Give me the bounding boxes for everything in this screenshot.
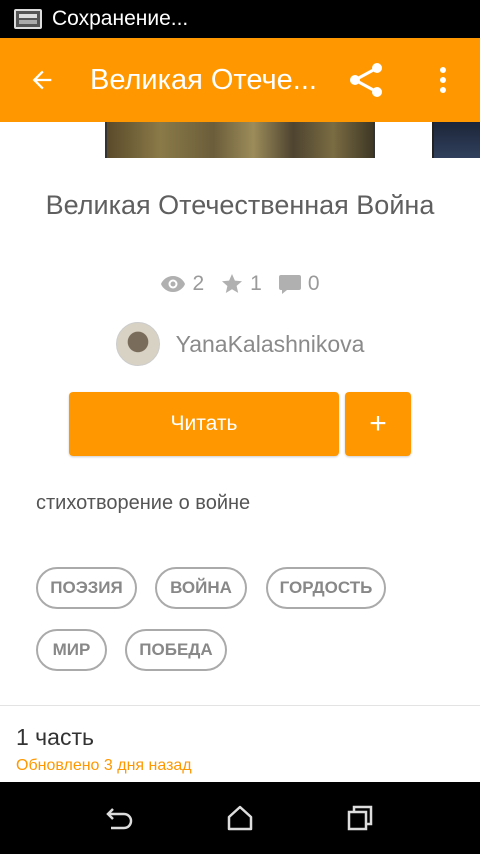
back-icon: [106, 808, 133, 830]
recents-icon: [347, 805, 373, 831]
back-button[interactable]: [0, 38, 84, 122]
tag-chip[interactable]: ПОБЕДА: [125, 629, 227, 671]
parts-updated: Обновлено 3 дня назад: [16, 757, 192, 774]
more-vert-icon: [440, 67, 446, 93]
comments-count: 0: [307, 272, 320, 295]
author-row[interactable]: YanaKalashnikova: [0, 322, 480, 366]
story-stats: 2 1 0: [0, 272, 480, 296]
nav-recents-button[interactable]: [330, 792, 390, 844]
cover-image[interactable]: [105, 122, 375, 158]
arrow-left-icon: [32, 70, 52, 90]
system-nav-bar: [0, 782, 480, 854]
add-to-library-button[interactable]: +: [345, 392, 411, 456]
parts-title[interactable]: 1 часть: [16, 724, 94, 751]
share-button[interactable]: [338, 52, 394, 108]
comments-stat: 0: [278, 272, 320, 296]
nav-home-button[interactable]: [210, 792, 270, 844]
divider: [0, 705, 480, 706]
read-button[interactable]: Читать: [69, 392, 339, 456]
story-title: Великая Отечественная Война: [45, 190, 435, 220]
app-bar: Великая Отече...: [0, 38, 480, 122]
avatar[interactable]: [115, 322, 160, 366]
share-icon: [350, 63, 382, 97]
story-description: стихотворение о войне: [36, 492, 251, 514]
votes-stat: 1: [220, 272, 262, 296]
nav-back-button[interactable]: [90, 792, 150, 844]
gallery-notification-icon: [14, 9, 42, 29]
status-text: Сохранение...: [52, 7, 189, 30]
votes-count: 1: [250, 272, 262, 295]
author-name[interactable]: YanaKalashnikova: [176, 331, 365, 358]
star-icon: [222, 274, 243, 293]
cover-image-next[interactable]: [432, 122, 480, 158]
tag-chip[interactable]: ПОЭЗИЯ: [36, 567, 137, 609]
status-bar: Сохранение...: [0, 0, 480, 38]
tag-chip[interactable]: МИР: [36, 629, 107, 671]
eye-icon: [161, 276, 186, 292]
tag-chip[interactable]: ГОРДОСТЬ: [266, 567, 386, 609]
home-icon: [227, 805, 253, 831]
app-bar-title: Великая Отече...: [90, 63, 317, 96]
comment-icon: [278, 275, 301, 294]
views-count: 2: [192, 272, 205, 295]
tag-chip[interactable]: ВОЙНА: [155, 567, 247, 609]
more-options-button[interactable]: [420, 52, 466, 108]
cover-carousel[interactable]: [0, 122, 480, 158]
views-stat: 2: [160, 272, 204, 296]
